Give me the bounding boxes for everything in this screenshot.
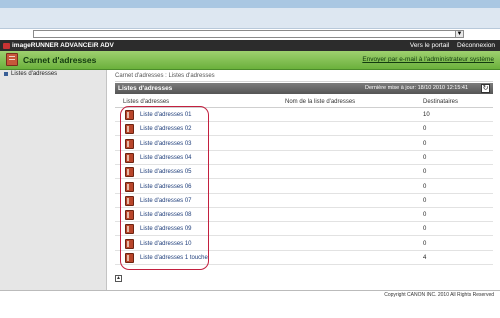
address-book-icon (125, 210, 134, 221)
address-list-link[interactable]: Liste d'adresses 03 (140, 137, 192, 151)
destinations-count: 0 (423, 154, 427, 161)
portal-link[interactable]: Vers le portail (410, 42, 449, 49)
destinations-count: 0 (423, 169, 427, 176)
destinations-count: 0 (423, 140, 427, 147)
table-row: Liste d'adresses 09 0 (115, 222, 493, 237)
address-list-link[interactable]: Liste d'adresses 06 (140, 180, 192, 194)
table-row: Liste d'adresses 06 0 (115, 180, 493, 194)
address-book-icon (125, 238, 134, 249)
address-book-icon (125, 110, 134, 120)
logout-link[interactable]: Déconnexion (457, 42, 495, 49)
table-row: Liste d'adresses 10 0 (115, 237, 493, 251)
address-book-icon (125, 124, 134, 135)
email-admin-link[interactable]: Envoyer par e-mail à l'administrateur sy… (362, 51, 494, 68)
address-book-icon (125, 167, 134, 178)
browser-toolbar (0, 8, 500, 29)
address-book-icon (6, 53, 18, 66)
address-list-link[interactable]: Liste d'adresses 01 (140, 108, 192, 122)
destinations-count: 0 (423, 226, 427, 233)
table-row: Liste d'adresses 05 0 (115, 165, 493, 180)
page-title: Carnet d'adresses (23, 55, 97, 65)
table-row: Liste d'adresses 1 touche 4 (115, 251, 493, 265)
address-list-link[interactable]: Liste d'adresses 02 (140, 122, 192, 136)
page-bottom (0, 299, 500, 318)
address-list-link[interactable]: Liste d'adresses 1 touche (140, 251, 208, 265)
column-header-list-name: Nom de la liste d'adresses (285, 99, 356, 105)
address-list-link[interactable]: Liste d'adresses 08 (140, 208, 192, 222)
browser-title-strip (0, 0, 500, 8)
header-links: Vers le portail Déconnexion (404, 40, 495, 51)
chevron-down-icon[interactable]: ▼ (455, 30, 464, 38)
address-book-icon (125, 138, 134, 149)
destinations-count: 0 (423, 126, 427, 133)
destinations-count: 4 (423, 255, 427, 261)
table-row: Liste d'adresses 03 0 (115, 137, 493, 151)
product-name: imageRUNNER ADVANCE (12, 42, 92, 49)
address-list-link[interactable]: Liste d'adresses 09 (140, 222, 192, 236)
destinations-count: 0 (423, 212, 427, 219)
sidebar (0, 70, 107, 290)
destinations-count: 0 (423, 183, 427, 190)
table-row: Liste d'adresses 02 0 (115, 122, 493, 137)
column-header-lists: Listes d'adresses (123, 99, 170, 105)
destinations-count: 0 (423, 240, 427, 247)
destinations-count: 0 (423, 197, 427, 204)
address-list-link[interactable]: Liste d'adresses 07 (140, 194, 192, 208)
panel-title: Listes d'adresses (118, 85, 173, 92)
address-book-icon (125, 195, 134, 206)
address-list-link[interactable]: Liste d'adresses 04 (140, 151, 192, 165)
breadcrumb-divider (115, 81, 493, 82)
arrow-up-icon[interactable]: ▲ (115, 275, 122, 282)
address-list-link[interactable]: Liste d'adresses 05 (140, 165, 192, 179)
address-book-icon (125, 152, 134, 163)
canon-logo-icon (3, 43, 10, 49)
table-row: Liste d'adresses 04 0 (115, 151, 493, 165)
address-book-icon (125, 253, 134, 263)
table-row: Liste d'adresses 07 0 (115, 194, 493, 208)
destinations-count: 10 (423, 112, 430, 118)
last-update-text: Dernière mise à jour: 18/10 2010 12:15:4… (365, 85, 469, 91)
table-row: Liste d'adresses 08 0 (115, 208, 493, 223)
address-book-icon (125, 224, 134, 235)
address-book-icon (125, 181, 134, 192)
bullet-icon (4, 72, 8, 76)
address-dropdown[interactable]: ▼ (33, 30, 464, 38)
copyright-text: Copyright CANON INC. 2010 All Rights Res… (384, 292, 494, 298)
refresh-icon[interactable]: ↻ (481, 84, 490, 93)
breadcrumb: Carnet d'adresses : Listes d'adresses (115, 73, 215, 79)
address-list-link[interactable]: Liste d'adresses 10 (140, 237, 192, 251)
column-header-destinations: Destinataires (423, 99, 459, 105)
device-name: iR ADV (92, 42, 114, 49)
table-row: Liste d'adresses 01 10 (115, 108, 493, 122)
sidebar-item-label[interactable]: Listes d'adresses (11, 70, 57, 79)
